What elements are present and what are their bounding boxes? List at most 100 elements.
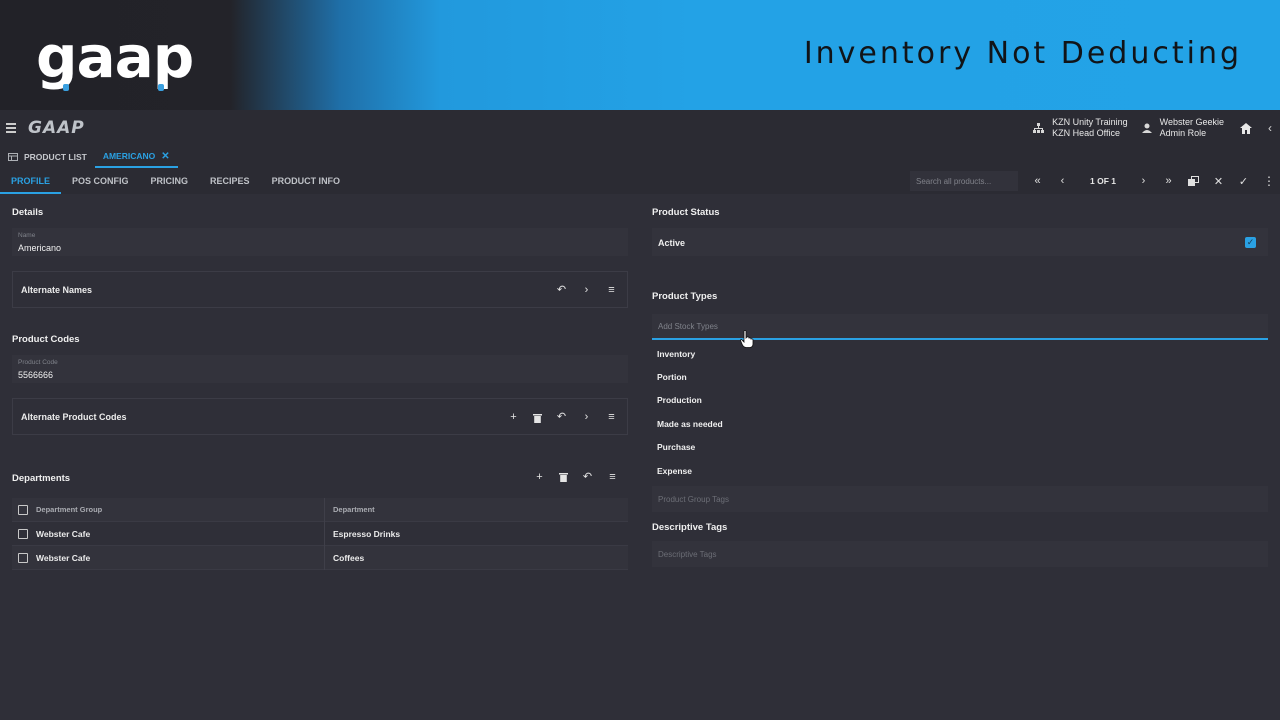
sitemap-icon xyxy=(1033,123,1045,133)
undo-icon[interactable]: ↶ xyxy=(556,285,567,296)
filter-icon[interactable]: ≡ xyxy=(606,412,617,423)
hamburger-menu-icon[interactable] xyxy=(6,121,16,135)
gaap-brand-logo: gaap xyxy=(36,22,194,92)
product-status-field[interactable]: Active ✓ xyxy=(652,228,1268,256)
user-role: Admin Role xyxy=(1159,128,1207,138)
table-row[interactable]: Webster Cafe Coffees xyxy=(12,545,628,570)
dropdown-option-portion[interactable]: Portion xyxy=(652,365,1268,388)
filter-icon[interactable]: ≡ xyxy=(606,285,617,296)
subtab-profile[interactable]: PROFILE xyxy=(0,168,62,194)
tab-product-list[interactable]: PRODUCT LIST xyxy=(0,146,95,168)
chevron-right-icon[interactable]: › xyxy=(581,412,592,423)
close-icon[interactable]: ✕ xyxy=(161,151,169,162)
product-code-field[interactable]: Product Code 5566666 xyxy=(12,355,628,383)
product-code-label: Product Code xyxy=(18,359,58,366)
department-group-cell: Webster Cafe xyxy=(36,545,325,570)
subtab-pricing[interactable]: PRICING xyxy=(140,168,200,194)
descriptive-tags-title: Descriptive Tags xyxy=(652,522,728,533)
department-cell: Coffees xyxy=(333,552,365,563)
department-cell: Espresso Drinks xyxy=(333,528,401,539)
user-icon xyxy=(1141,123,1152,133)
product-code-value: 5566666 xyxy=(18,370,54,380)
cancel-icon[interactable]: ✕ xyxy=(1213,175,1224,188)
dropdown-option-made-as-needed[interactable]: Made as needed xyxy=(652,412,1268,435)
trash-icon[interactable] xyxy=(559,472,568,482)
select-all-checkbox[interactable] xyxy=(18,504,28,515)
tab-americano[interactable]: AMERICANO ✕ xyxy=(94,146,178,168)
document-tabs: PRODUCT LIST AMERICANO ✕ xyxy=(0,146,1280,168)
home-icon[interactable] xyxy=(1240,122,1252,134)
table-header-row: Department Group Department xyxy=(12,497,628,522)
record-toolbar: Search all products... « ‹ 1 OF 1 › » ✕ … xyxy=(910,168,1275,194)
subtab-product-info[interactable]: PRODUCT INFO xyxy=(261,168,352,194)
column-header-department-group[interactable]: Department Group xyxy=(36,497,325,522)
more-vertical-icon[interactable]: ⋮ xyxy=(1263,174,1275,188)
column-header-department[interactable]: Department xyxy=(325,505,375,514)
add-icon[interactable]: + xyxy=(508,412,519,423)
table-icon xyxy=(8,153,18,161)
hand-cursor-icon xyxy=(740,330,754,348)
alternate-product-codes-label: Alternate Product Codes xyxy=(21,412,127,422)
product-codes-title: Product Codes xyxy=(12,334,80,345)
org-branch: KZN Head Office xyxy=(1052,128,1120,138)
alternate-product-codes-card: Alternate Product Codes + ↶ › ≡ xyxy=(12,398,628,435)
stock-types-dropdown: Inventory Portion Production Made as nee… xyxy=(652,340,1268,486)
tab-label: AMERICANO xyxy=(102,151,156,161)
details-title: Details xyxy=(12,207,44,218)
name-value: Americano xyxy=(18,243,62,253)
alternate-names-label: Alternate Names xyxy=(21,285,93,295)
user-text: Webster Geekie Admin Role xyxy=(1160,117,1224,139)
video-banner: gaap Inventory Not Deducting xyxy=(0,0,1280,110)
departments-table: Department Group Department Webster Cafe… xyxy=(12,497,628,570)
product-types-title: Product Types xyxy=(652,291,718,302)
product-subnav: PROFILE POS CONFIG PRICING RECIPES PRODU… xyxy=(0,168,1280,194)
alternate-names-card: Alternate Names ↶ › ≡ xyxy=(12,271,628,308)
active-checkbox[interactable]: ✓ xyxy=(1245,237,1256,248)
trash-icon[interactable] xyxy=(533,413,542,423)
organization-selector[interactable]: KZN Unity Training KZN Head Office xyxy=(1033,117,1128,139)
first-page-icon[interactable]: « xyxy=(1032,175,1043,187)
logo-dot-icon xyxy=(63,84,69,91)
appbar-right: KZN Unity Training KZN Head Office Webst… xyxy=(1033,110,1272,146)
dropdown-option-production[interactable]: Production xyxy=(652,389,1268,412)
descriptive-tags-placeholder: Descriptive Tags xyxy=(658,550,717,559)
search-all-products-input[interactable]: Search all products... xyxy=(910,171,1019,191)
previous-page-icon[interactable]: ‹ xyxy=(1057,175,1068,187)
departments-actions: + ↶ ≡ xyxy=(534,472,618,483)
brand-logo-text: gaap xyxy=(36,23,194,91)
undo-icon[interactable]: ↶ xyxy=(582,472,593,483)
filter-icon[interactable]: ≡ xyxy=(607,472,618,483)
app-logo-text: GAAP xyxy=(28,118,85,138)
undo-icon[interactable]: ↶ xyxy=(556,412,567,423)
table-row[interactable]: Webster Cafe Espresso Drinks xyxy=(12,521,628,546)
collapse-chevron-icon[interactable]: ‹ xyxy=(1268,121,1272,135)
dropdown-option-purchase[interactable]: Purchase xyxy=(652,436,1268,459)
name-field[interactable]: Name Americano xyxy=(12,228,628,256)
tab-label: PRODUCT LIST xyxy=(24,152,87,162)
dropdown-option-expense[interactable]: Expense xyxy=(652,459,1268,482)
logo-dot-icon xyxy=(158,84,164,91)
user-menu[interactable]: Webster Geekie Admin Role xyxy=(1141,117,1224,139)
departments-title: Departments xyxy=(12,473,71,484)
app-logo[interactable]: GAAP xyxy=(28,118,85,138)
name-label: Name xyxy=(18,232,36,239)
next-page-icon[interactable]: › xyxy=(1138,175,1149,187)
subtab-recipes[interactable]: RECIPES xyxy=(199,168,261,194)
stock-types-placeholder: Add Stock Types xyxy=(658,322,718,331)
alternate-codes-actions: + ↶ › ≡ xyxy=(508,399,617,436)
last-page-icon[interactable]: » xyxy=(1163,175,1174,187)
row-checkbox[interactable] xyxy=(18,528,28,539)
descriptive-tags-input[interactable]: Descriptive Tags xyxy=(652,541,1268,567)
row-checkbox[interactable] xyxy=(18,552,28,563)
chevron-right-icon[interactable]: › xyxy=(581,285,592,296)
product-status-title: Product Status xyxy=(652,207,720,218)
department-group-cell: Webster Cafe xyxy=(36,521,325,546)
page-indicator: 1 OF 1 xyxy=(1090,176,1116,186)
copy-icon[interactable] xyxy=(1188,176,1199,186)
user-name: Webster Geekie xyxy=(1159,117,1224,127)
product-group-tags-placeholder: Product Group Tags xyxy=(658,495,730,504)
product-group-tags-input[interactable]: Product Group Tags xyxy=(652,486,1268,512)
add-icon[interactable]: + xyxy=(534,472,545,483)
subtab-pos-config[interactable]: POS CONFIG xyxy=(61,168,140,194)
save-check-icon[interactable]: ✓ xyxy=(1238,175,1249,188)
